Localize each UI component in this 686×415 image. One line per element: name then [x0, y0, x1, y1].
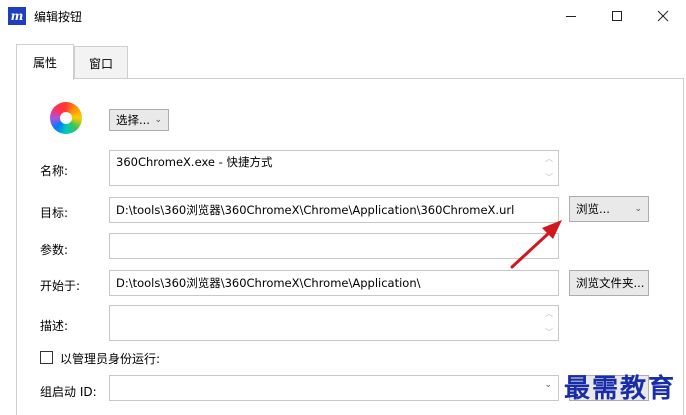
scroll-down-icon[interactable]: ﹀: [544, 173, 554, 182]
run-as-admin-checkbox[interactable]: [40, 351, 53, 364]
red-arrow-annotation: [510, 220, 562, 269]
browse-folder-button[interactable]: 浏览文件夹...: [569, 270, 649, 296]
group-id-select[interactable]: ⌄: [109, 375, 559, 401]
start-in-value: D:\tools\360浏览器\360ChromeX\Chrome\Applic…: [116, 276, 421, 290]
target-value: D:\tools\360浏览器\360ChromeX\Chrome\Applic…: [116, 203, 515, 217]
scroll-up-icon[interactable]: ︿: [544, 154, 554, 163]
description-label: 描述:: [40, 319, 69, 333]
start-in-field[interactable]: D:\tools\360浏览器\360ChromeX\Chrome\Applic…: [109, 270, 559, 296]
name-label: 名称:: [40, 164, 69, 178]
name-value: 360ChromeX.exe - 快捷方式: [116, 155, 273, 169]
choose-icon-button[interactable]: 选择... ⌄: [109, 109, 169, 131]
target-label: 目标:: [40, 206, 69, 220]
scroll-up-icon[interactable]: ︿: [544, 309, 554, 318]
browse-button[interactable]: 浏览... ⌄: [569, 196, 649, 222]
browse-folder-button-label: 浏览文件夹...: [576, 276, 645, 290]
name-field[interactable]: 360ChromeX.exe - 快捷方式 ︿ ﹀: [109, 150, 559, 186]
chevron-down-icon: ⌄: [154, 115, 162, 125]
group-id-label: 组启动 ID:: [40, 385, 97, 399]
params-field[interactable]: [109, 233, 559, 259]
start-in-label: 开始于:: [40, 279, 81, 293]
params-label: 参数:: [40, 243, 69, 257]
browse-button-label: 浏览...: [576, 202, 610, 216]
scroll-down-icon[interactable]: ﹀: [544, 328, 554, 337]
target-field[interactable]: D:\tools\360浏览器\360ChromeX\Chrome\Applic…: [109, 197, 559, 223]
choose-button-label: 选择...: [116, 113, 150, 127]
run-as-admin-label: 以管理员身份运行:: [60, 352, 161, 366]
description-field[interactable]: ︿ ﹀: [109, 305, 559, 341]
watermark-logo: 最需教育: [564, 374, 677, 404]
arrow-shaft: [510, 230, 552, 269]
chevron-down-icon: ⌄: [544, 380, 552, 390]
app-logo-icon: [50, 102, 82, 134]
chevron-down-icon: ⌄: [634, 204, 642, 214]
